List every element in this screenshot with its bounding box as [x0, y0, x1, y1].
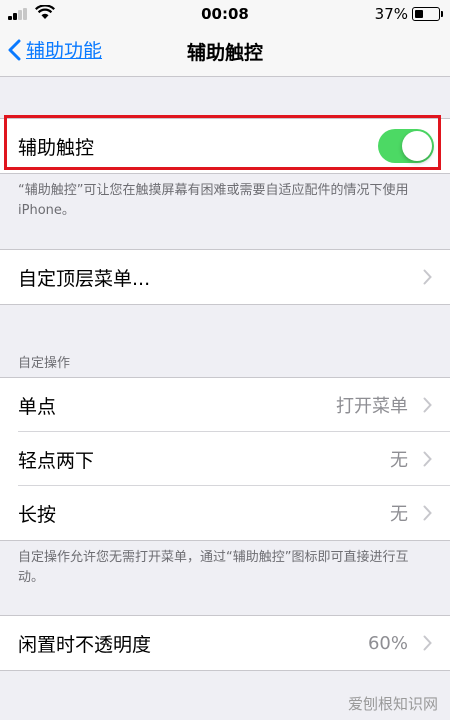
single-tap-label: 单点 — [18, 395, 57, 418]
status-bar: 00:08 37% — [0, 0, 450, 26]
battery-icon — [412, 7, 443, 21]
opacity-group: 闲置时不透明度 60% — [0, 615, 450, 671]
chevron-right-icon — [423, 505, 432, 521]
navigation-bar: 辅助功能 辅助触控 — [0, 26, 450, 77]
chevron-right-icon — [423, 269, 432, 285]
assistivetouch-group: 辅助触控 — [0, 118, 450, 174]
chevron-right-icon — [423, 635, 432, 651]
menu-group: 自定顶层菜单... — [0, 249, 450, 305]
assistivetouch-row: 辅助触控 — [0, 119, 450, 173]
custom-actions-group: 单点 打开菜单 轻点两下 无 长按 无 — [0, 377, 450, 541]
customize-menu-row[interactable]: 自定顶层菜单... — [0, 250, 450, 304]
battery-percentage: 37% — [374, 5, 408, 23]
toggle-knob — [402, 131, 432, 161]
double-tap-label: 轻点两下 — [18, 449, 95, 472]
custom-actions-header: 自定操作 — [18, 356, 71, 371]
double-tap-value: 无 — [390, 450, 408, 471]
long-press-value: 无 — [390, 504, 408, 525]
double-tap-row[interactable]: 轻点两下 无 — [0, 432, 450, 486]
chevron-right-icon — [423, 397, 432, 413]
page-title: 辅助触控 — [186, 42, 263, 64]
idle-opacity-value: 60% — [367, 632, 408, 654]
assistivetouch-toggle[interactable] — [378, 129, 434, 163]
long-press-label: 长按 — [18, 503, 57, 526]
watermark: 爱刨根知识网 — [347, 695, 438, 713]
long-press-row[interactable]: 长按 无 — [0, 486, 450, 540]
customize-menu-label: 自定顶层菜单... — [18, 267, 151, 290]
idle-opacity-row[interactable]: 闲置时不透明度 60% — [0, 616, 450, 670]
idle-opacity-label: 闲置时不透明度 — [18, 633, 152, 656]
single-tap-value: 打开菜单 — [336, 396, 408, 417]
custom-actions-note: 自定操作允许您无需打开菜单，通过“辅助触控”图标即可直接进行互动。 — [18, 550, 409, 585]
assistivetouch-label: 辅助触控 — [18, 136, 95, 159]
chevron-right-icon — [423, 451, 432, 467]
single-tap-row[interactable]: 单点 打开菜单 — [0, 378, 450, 432]
assistivetouch-note: “辅助触控”可让您在触摸屏幕有困难或需要自适应配件的情况下使用 iPhone。 — [18, 183, 409, 218]
